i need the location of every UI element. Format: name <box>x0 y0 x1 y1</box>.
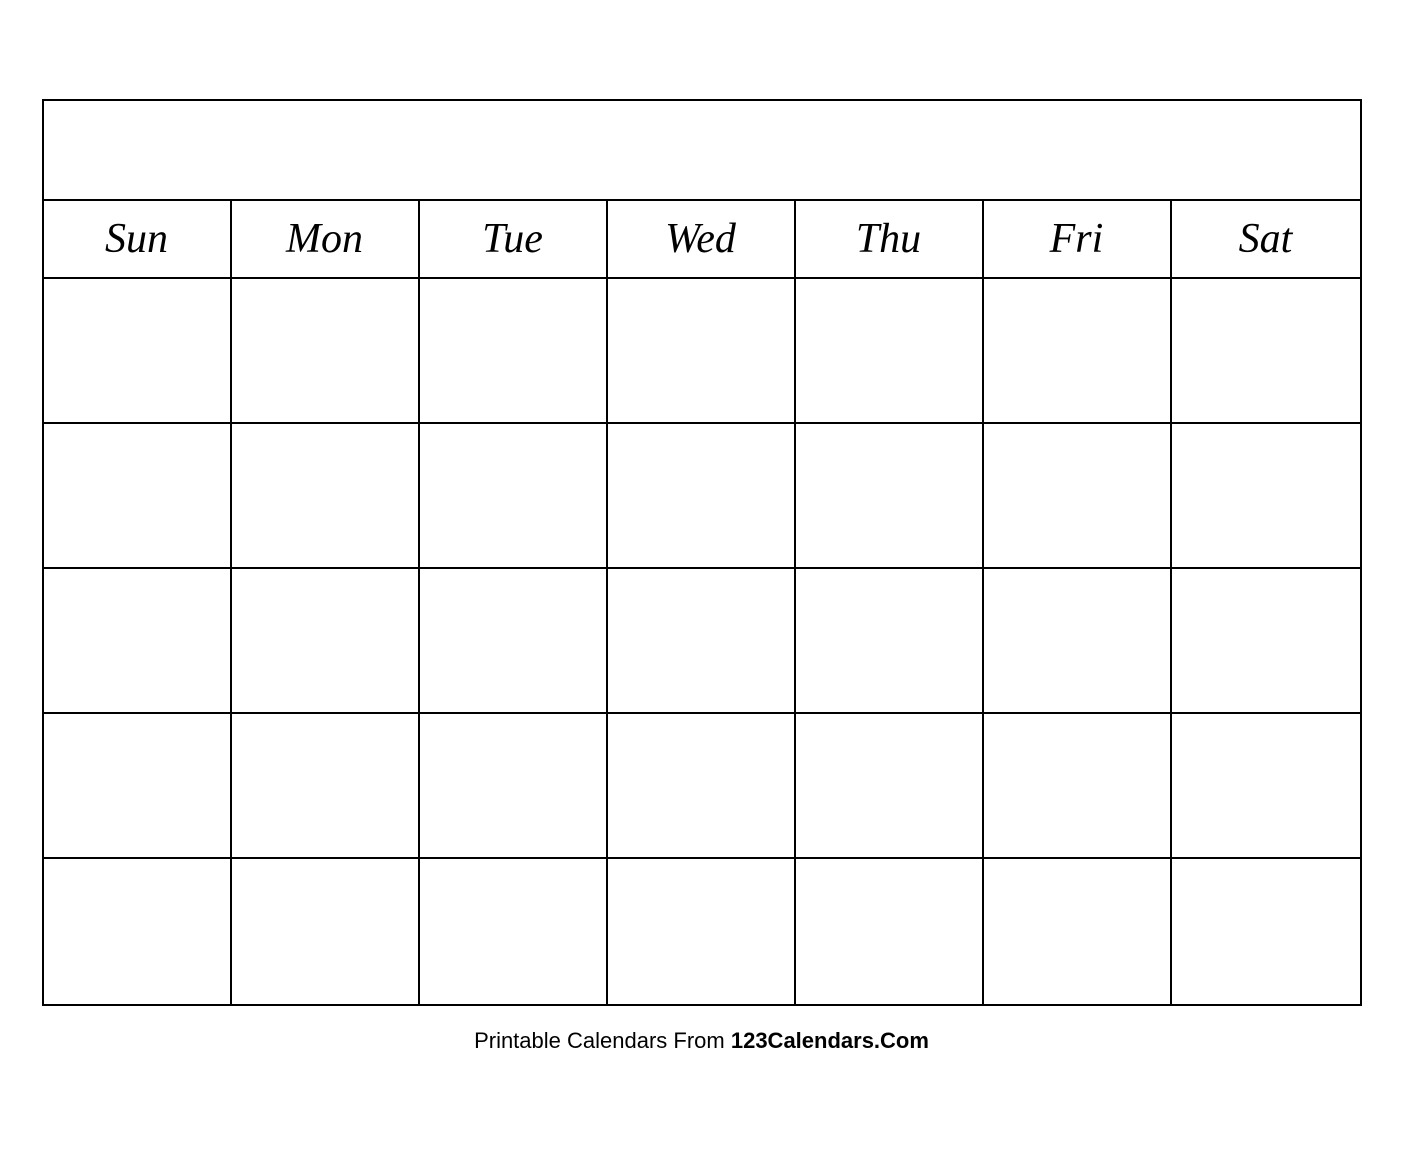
calendar-cell <box>984 424 1172 567</box>
calendar-row-3 <box>44 569 1360 714</box>
calendar-cell <box>984 279 1172 422</box>
calendar-cell <box>608 279 796 422</box>
calendar-cell <box>608 424 796 567</box>
calendar-cell <box>44 714 232 857</box>
calendar-cell <box>232 424 420 567</box>
calendar-cell <box>1172 279 1360 422</box>
calendar-cell <box>608 859 796 1004</box>
calendar-row-5 <box>44 859 1360 1004</box>
calendar-cell <box>44 859 232 1004</box>
calendar-cell <box>796 424 984 567</box>
footer-text: Printable Calendars From 123Calendars.Co… <box>474 1028 929 1054</box>
calendar-cell <box>796 569 984 712</box>
calendar-cell <box>608 569 796 712</box>
calendar-cell <box>420 569 608 712</box>
day-header-sat: Sat <box>1172 201 1360 277</box>
day-header-fri: Fri <box>984 201 1172 277</box>
footer-bold: 123Calendars.Com <box>731 1028 929 1053</box>
calendar-cell <box>1172 859 1360 1004</box>
calendar-header: Sun Mon Tue Wed Thu Fri Sat <box>44 201 1360 279</box>
calendar-cell <box>232 569 420 712</box>
day-header-thu: Thu <box>796 201 984 277</box>
calendar-cell <box>420 424 608 567</box>
calendar-row-2 <box>44 424 1360 569</box>
calendar-cell <box>1172 569 1360 712</box>
calendar-row-4 <box>44 714 1360 859</box>
calendar-cell <box>44 569 232 712</box>
calendar-cell <box>44 279 232 422</box>
footer-regular: Printable Calendars From <box>474 1028 731 1053</box>
calendar-cell <box>984 714 1172 857</box>
calendar-cell <box>984 569 1172 712</box>
calendar-cell <box>44 424 232 567</box>
day-header-mon: Mon <box>232 201 420 277</box>
calendar-body <box>44 279 1360 1004</box>
calendar-cell <box>420 279 608 422</box>
calendar-cell <box>796 859 984 1004</box>
page-wrapper: Sun Mon Tue Wed Thu Fri Sat <box>0 0 1403 1153</box>
calendar-cell <box>420 714 608 857</box>
day-header-sun: Sun <box>44 201 232 277</box>
calendar-cell <box>1172 714 1360 857</box>
calendar-cell <box>232 714 420 857</box>
calendar-cell <box>1172 424 1360 567</box>
calendar-cell <box>796 714 984 857</box>
calendar-cell <box>796 279 984 422</box>
calendar-title-row <box>44 101 1360 201</box>
calendar-cell <box>420 859 608 1004</box>
calendar-row-1 <box>44 279 1360 424</box>
calendar-cell <box>608 714 796 857</box>
calendar-cell <box>232 279 420 422</box>
calendar-cell <box>984 859 1172 1004</box>
day-header-wed: Wed <box>608 201 796 277</box>
calendar-cell <box>232 859 420 1004</box>
day-header-tue: Tue <box>420 201 608 277</box>
calendar-container: Sun Mon Tue Wed Thu Fri Sat <box>42 99 1362 1006</box>
